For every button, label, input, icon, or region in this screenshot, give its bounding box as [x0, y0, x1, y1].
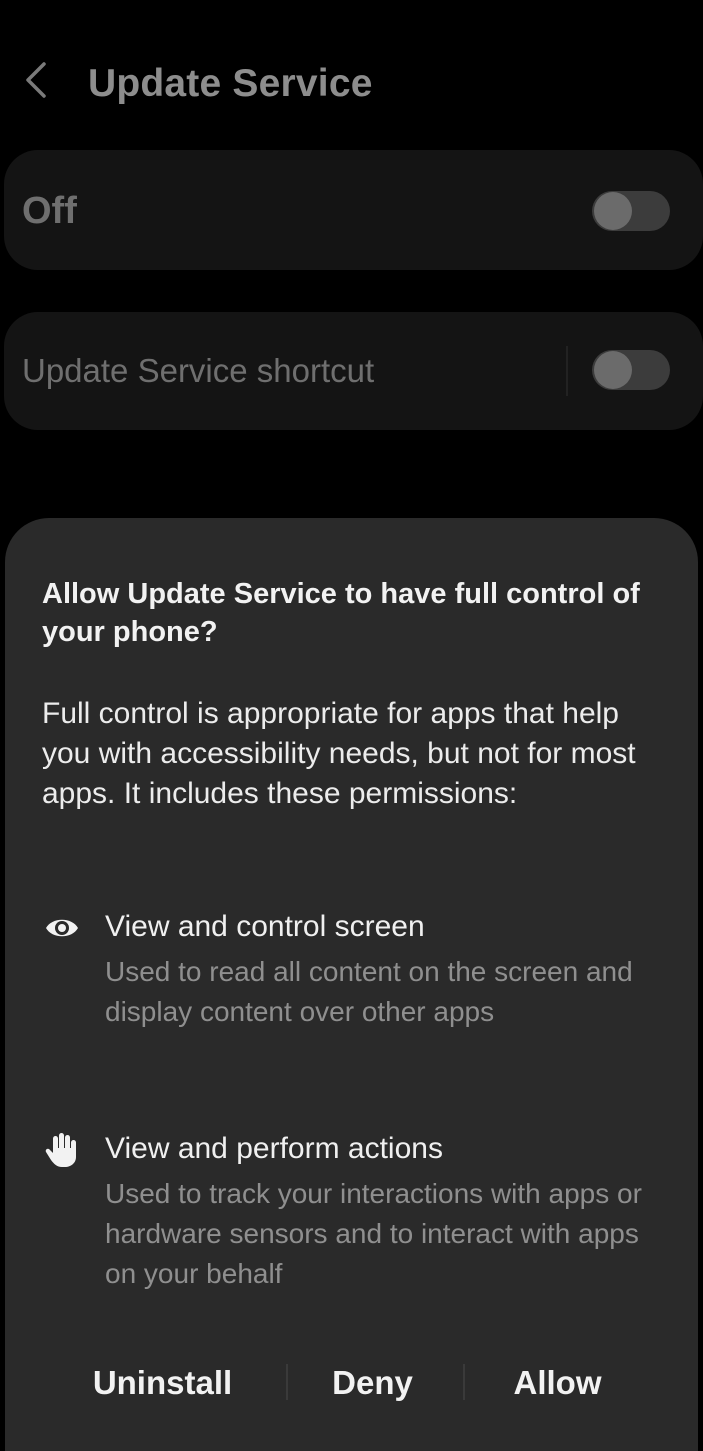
button-separator [463, 1364, 465, 1400]
main-switch-label: Off [22, 190, 77, 232]
permission-dialog: Allow Update Service to have full contro… [5, 518, 698, 1451]
card-divider [566, 346, 568, 396]
permission-description: Used to read all content on the screen a… [105, 956, 633, 1027]
permission-description: Used to track your interactions with app… [105, 1178, 642, 1289]
chevron-left-icon [16, 58, 60, 102]
shortcut-switch-card[interactable]: Update Service shortcut [4, 312, 703, 430]
shortcut-switch-label: Update Service shortcut [22, 352, 375, 389]
deny-button[interactable]: Deny [305, 1348, 440, 1418]
dialog-body: Full control is appropriate for apps tha… [42, 697, 636, 810]
page-title: Update Service [88, 62, 373, 105]
toggle-knob [594, 351, 632, 389]
eye-icon [42, 908, 82, 948]
back-button[interactable] [16, 58, 60, 102]
uninstall-button[interactable]: Uninstall [65, 1348, 260, 1418]
toggle-knob [594, 192, 632, 230]
main-switch-card[interactable]: Off [4, 150, 703, 270]
app-bar: Update Service [0, 40, 703, 130]
permission-title: View and control screen [105, 910, 425, 943]
dialog-actions: Uninstall Deny Allow [5, 1348, 698, 1418]
button-separator [286, 1364, 288, 1400]
allow-button[interactable]: Allow [485, 1348, 630, 1418]
main-switch-toggle[interactable] [592, 191, 670, 231]
dialog-title: Allow Update Service to have full contro… [42, 578, 640, 648]
hand-icon [42, 1130, 82, 1170]
permission-title: View and perform actions [105, 1132, 443, 1165]
shortcut-switch-toggle[interactable] [592, 350, 670, 390]
